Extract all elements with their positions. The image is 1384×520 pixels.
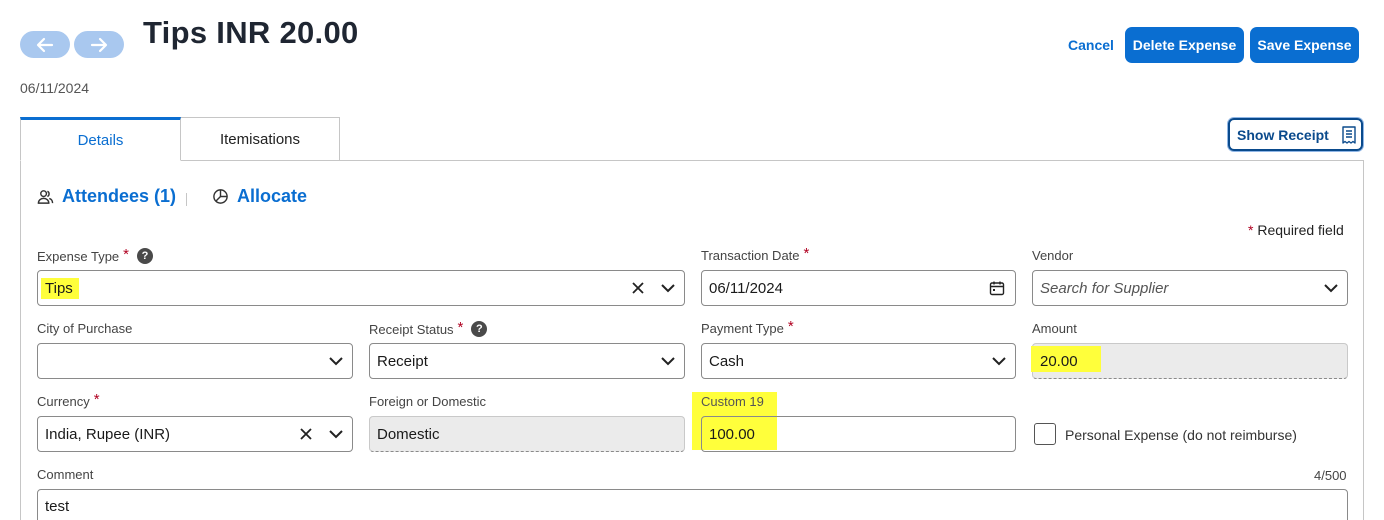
page-title: Tips INR 20.00: [143, 15, 359, 50]
expense-type-select[interactable]: Tips: [37, 270, 685, 306]
currency-select[interactable]: India, Rupee (INR): [37, 416, 353, 452]
chevron-down-icon: [992, 357, 1006, 366]
transaction-date-value: 06/11/2024: [709, 279, 783, 297]
city-of-purchase-select[interactable]: [37, 343, 353, 379]
amount-field: 20.00: [1031, 343, 1348, 379]
help-icon[interactable]: ?: [471, 321, 488, 337]
personal-expense-label: Personal Expense (do not reimburse): [1065, 427, 1297, 443]
comment-label: Comment: [37, 467, 94, 482]
previous-expense-button[interactable]: [20, 31, 70, 58]
arrow-left-icon: [36, 37, 54, 52]
expense-type-value: Tips: [41, 277, 79, 299]
payment-type-label: Payment Type *: [701, 318, 794, 336]
transaction-date-label: Transaction Date *: [701, 245, 810, 263]
comment-value: test: [45, 498, 70, 515]
attendees-link[interactable]: Attendees (1): [37, 186, 176, 207]
cancel-button[interactable]: Cancel: [1068, 37, 1114, 53]
payment-type-select[interactable]: Cash: [701, 343, 1016, 379]
required-field-note: * Required field: [1248, 222, 1344, 238]
foreign-or-domestic-field: Domestic: [369, 416, 685, 452]
city-of-purchase-label: City of Purchase: [37, 321, 133, 336]
show-receipt-button[interactable]: Show Receipt: [1228, 118, 1363, 151]
transaction-date-input[interactable]: 06/11/2024: [701, 270, 1016, 306]
details-panel: [20, 160, 1364, 520]
chevron-down-icon: [661, 357, 675, 366]
next-expense-button[interactable]: [74, 31, 124, 58]
expense-date: 06/11/2024: [20, 80, 90, 96]
vendor-placeholder: Search for Supplier: [1040, 279, 1169, 297]
attendees-icon: [37, 190, 54, 204]
tab-details[interactable]: Details: [20, 117, 181, 161]
receipt-status-value: Receipt: [377, 352, 428, 370]
clear-icon[interactable]: [630, 280, 646, 296]
custom-19-label: Custom 19: [701, 394, 764, 409]
help-icon[interactable]: ?: [137, 248, 153, 264]
link-separator: [186, 193, 187, 206]
required-star: *: [1248, 222, 1254, 238]
chevron-down-icon: [1324, 284, 1338, 293]
comment-textarea[interactable]: test: [37, 489, 1348, 520]
amount-label: Amount: [1032, 321, 1077, 336]
custom-19-input[interactable]: 100.00: [701, 416, 1016, 452]
pie-chart-icon: [213, 189, 228, 204]
allocate-label: Allocate: [237, 186, 308, 206]
foreign-or-domestic-label: Foreign or Domestic: [369, 394, 487, 409]
allocate-link[interactable]: Allocate: [212, 186, 307, 207]
delete-expense-button[interactable]: Delete Expense: [1125, 27, 1244, 63]
custom-19-value: 100.00: [709, 425, 755, 443]
chevron-down-icon: [329, 357, 343, 366]
expense-type-label: Expense Type * ?: [37, 246, 153, 264]
vendor-select[interactable]: Search for Supplier: [1032, 270, 1348, 306]
attendees-label: Attendees (1): [62, 186, 177, 206]
save-expense-button[interactable]: Save Expense: [1250, 27, 1359, 63]
payment-type-value: Cash: [709, 352, 745, 370]
personal-expense-checkbox[interactable]: [1034, 423, 1056, 445]
receipt-status-label: Receipt Status * ?: [369, 319, 488, 337]
currency-value: India, Rupee (INR): [45, 425, 171, 443]
tab-itemisations[interactable]: Itemisations: [180, 117, 340, 161]
amount-value: 20.00: [1040, 352, 1078, 370]
receipt-status-select[interactable]: Receipt: [369, 343, 685, 379]
receipt-icon: [1342, 125, 1356, 144]
vendor-label: Vendor: [1032, 248, 1074, 263]
clear-icon[interactable]: [298, 426, 314, 442]
foreign-or-domestic-value: Domestic: [377, 425, 440, 443]
show-receipt-label: Show Receipt: [1237, 126, 1329, 143]
chevron-down-icon: [661, 284, 675, 293]
chevron-down-icon: [329, 430, 343, 439]
comment-char-counter: 4/500: [1314, 468, 1347, 483]
arrow-right-icon: [90, 37, 108, 52]
currency-label: Currency *: [37, 391, 100, 409]
calendar-icon[interactable]: [989, 280, 1005, 296]
